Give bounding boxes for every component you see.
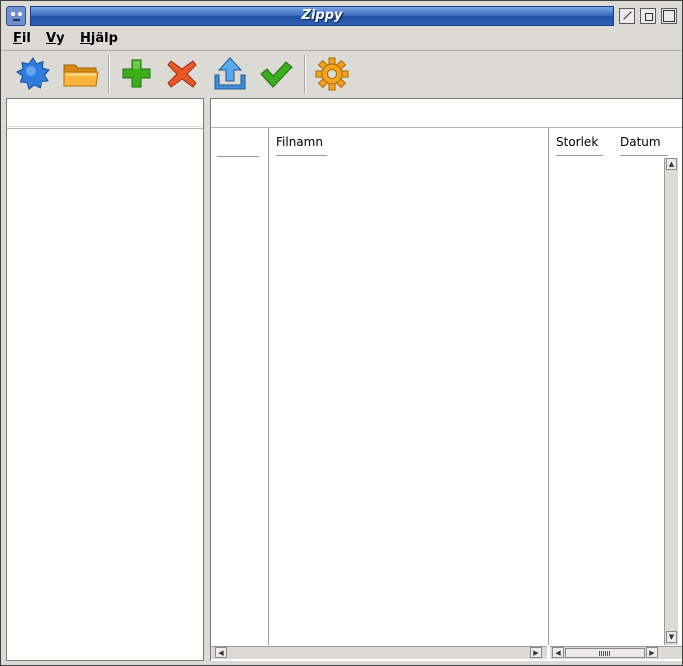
size-column-header[interactable]: Storlek	[556, 135, 603, 156]
pane-splitter[interactable]	[205, 98, 209, 661]
menu-fil[interactable]: Fil	[13, 31, 31, 46]
scroll-down-button[interactable]: ▼	[666, 631, 677, 643]
window-title: Zippy	[301, 8, 343, 23]
maximize-button[interactable]	[661, 8, 677, 24]
scroll-right-button[interactable]: ▶	[530, 647, 542, 658]
toolbar	[2, 51, 681, 97]
minimize-button[interactable]	[640, 8, 656, 24]
scroll-right-button[interactable]: ▶	[646, 647, 658, 658]
new-archive-button[interactable]	[15, 57, 51, 91]
date-column-label: Datum	[620, 135, 661, 149]
scroll-grip	[599, 651, 611, 656]
column-divider	[548, 128, 549, 645]
file-list-pane[interactable]: Filnamn Storlek Datum ▲ ▼ ◀ ▶ ◀ ▶	[210, 98, 682, 661]
menu-bar: Fil Vy Hjälp	[2, 29, 681, 49]
horizontal-scrollbar-left[interactable]: ◀ ▶	[211, 646, 547, 659]
delete-icon	[167, 60, 197, 88]
test-button[interactable]	[258, 57, 294, 91]
path-bar	[211, 99, 682, 128]
shade-button[interactable]	[619, 8, 635, 24]
scroll-up-button[interactable]: ▲	[666, 158, 677, 170]
horizontal-scrollbar-right[interactable]: ◀ ▶	[550, 646, 682, 659]
test-icon	[260, 61, 293, 88]
open-archive-button[interactable]	[62, 57, 99, 91]
settings-icon	[315, 57, 349, 91]
extract-icon	[214, 57, 246, 90]
scroll-thumb[interactable]	[565, 648, 645, 658]
icon-column-header[interactable]	[217, 156, 259, 157]
settings-button[interactable]	[314, 57, 350, 91]
add-icon	[122, 59, 151, 88]
toolbar-separator	[304, 55, 305, 93]
open-folder-icon	[63, 64, 99, 87]
size-column-label: Storlek	[556, 135, 599, 149]
delete-button[interactable]	[164, 57, 200, 91]
filename-column-label: Filnamn	[276, 135, 323, 149]
header-underline	[556, 155, 603, 156]
folder-tree-header	[7, 99, 203, 129]
folder-tree-pane[interactable]	[6, 98, 204, 661]
title-bar[interactable]: Zippy	[2, 3, 681, 28]
header-underline	[620, 155, 668, 156]
scroll-left-button[interactable]: ◀	[215, 647, 227, 658]
new-archive-icon	[16, 57, 50, 90]
date-column-header[interactable]: Datum	[620, 135, 668, 156]
extract-button[interactable]	[212, 57, 248, 91]
toolbar-separator	[108, 55, 109, 93]
menu-hjalp[interactable]: Hjälp	[80, 31, 118, 46]
column-divider	[268, 128, 269, 645]
title-strip[interactable]: Zippy	[30, 6, 614, 26]
menu-vy[interactable]: Vy	[46, 31, 65, 46]
main-window: Zippy Fil Vy Hjälp Filnamn Storlek Datum…	[0, 0, 683, 666]
filename-column-header[interactable]: Filnamn	[276, 135, 327, 156]
header-underline	[276, 155, 327, 156]
app-icon[interactable]	[6, 6, 26, 26]
scroll-left-button[interactable]: ◀	[552, 647, 564, 658]
add-button[interactable]	[119, 57, 155, 91]
vertical-scrollbar[interactable]: ▲ ▼	[664, 158, 678, 645]
